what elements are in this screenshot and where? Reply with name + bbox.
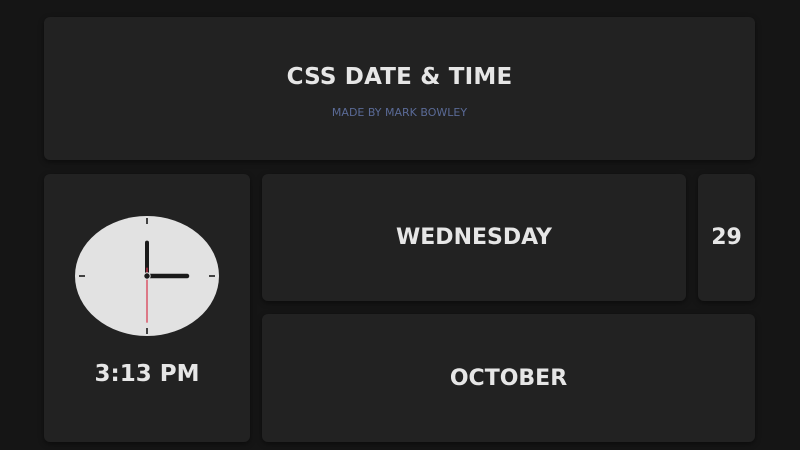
clock-panel: 3:13 PM bbox=[44, 174, 250, 442]
author-credit: MADE BY MARK BOWLEY bbox=[331, 106, 468, 119]
analog-clock bbox=[75, 216, 219, 336]
month-panel: OCTOBER bbox=[262, 314, 755, 442]
weekday-panel: WEDNESDAY bbox=[262, 174, 686, 301]
page-title: CSS DATE & TIME bbox=[286, 64, 513, 90]
header-panel: CSS DATE & TIME MADE BY MARK BOWLEY bbox=[44, 17, 755, 160]
weekday-label: WEDNESDAY bbox=[396, 225, 552, 250]
day-number-panel: 29 bbox=[698, 174, 755, 301]
digital-time: 3:13 PM bbox=[94, 361, 200, 387]
clock-center-pin bbox=[143, 272, 151, 280]
day-number-label: 29 bbox=[711, 225, 742, 250]
month-label: OCTOBER bbox=[449, 365, 568, 391]
